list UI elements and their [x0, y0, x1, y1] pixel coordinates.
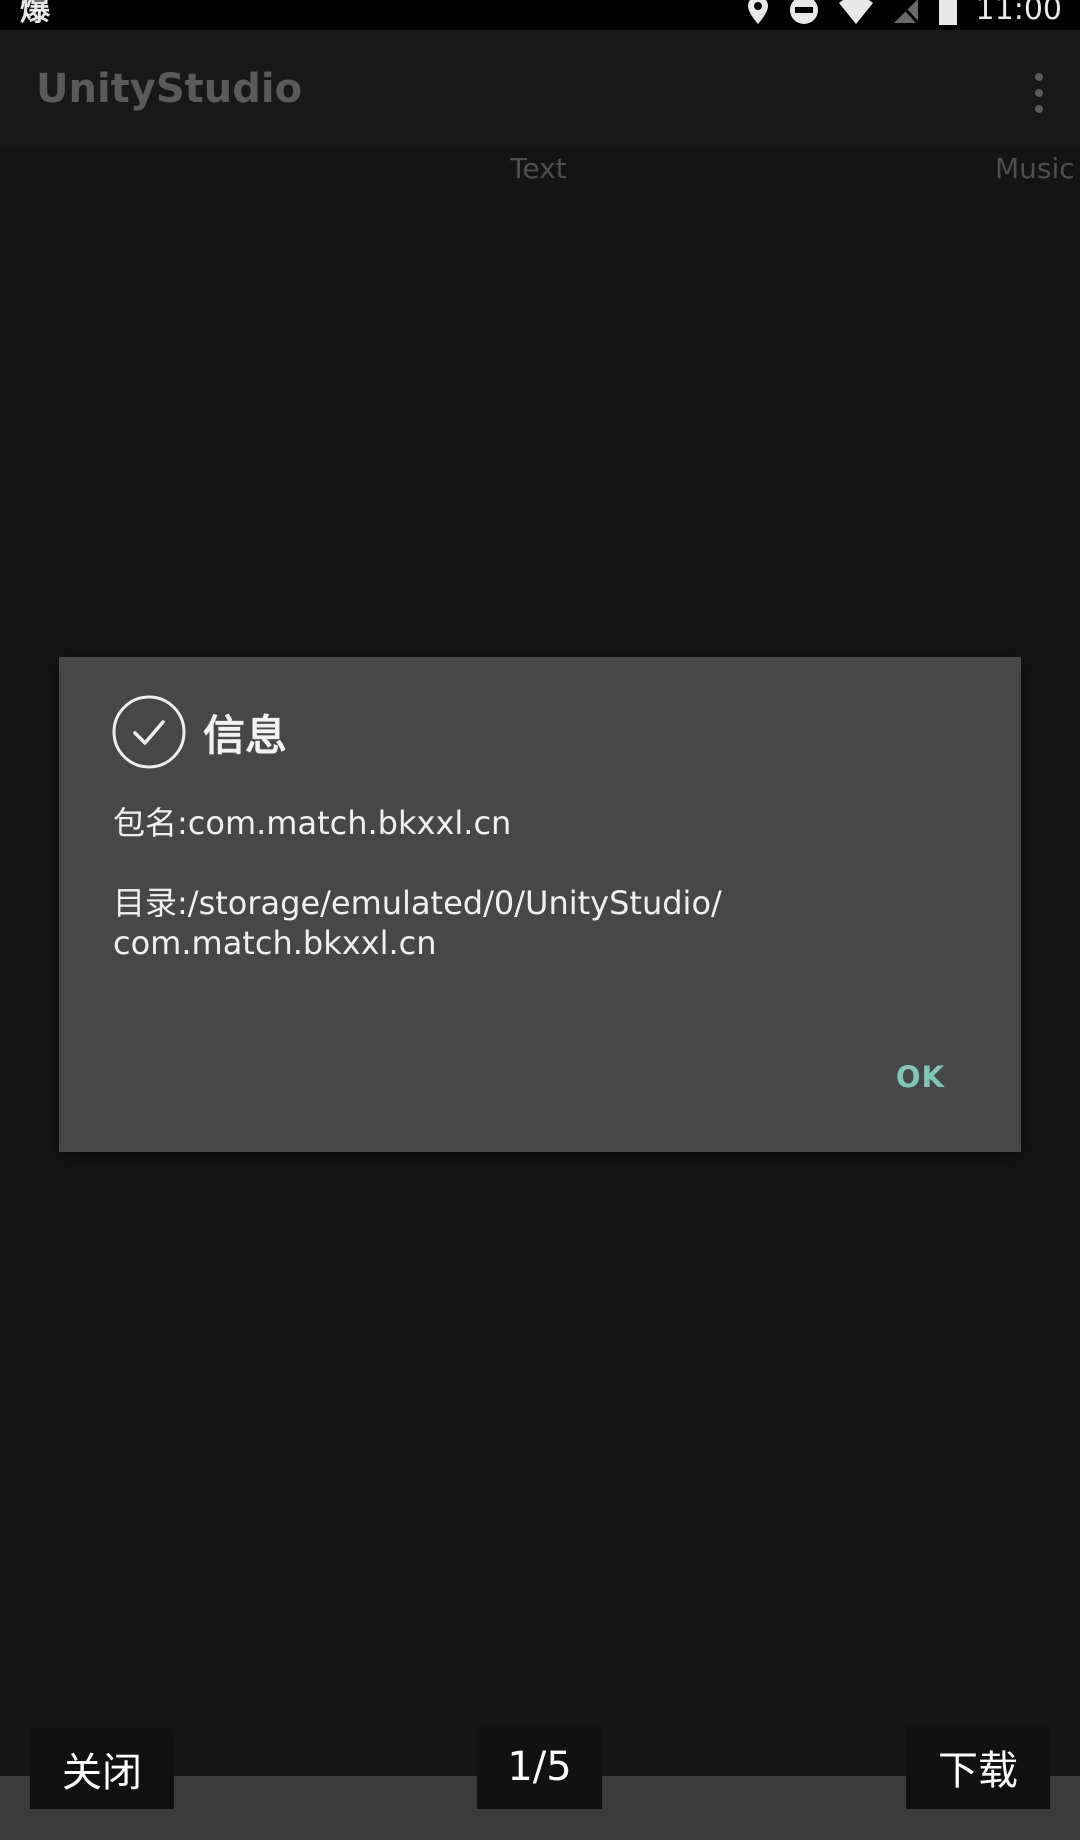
- status-time: 11:00: [975, 0, 1062, 27]
- tab-text[interactable]: Text: [510, 152, 567, 185]
- ok-button[interactable]: OK: [896, 1060, 945, 1094]
- overflow-menu-icon[interactable]: [1024, 70, 1054, 116]
- download-button[interactable]: 下载: [906, 1725, 1050, 1809]
- wifi-icon: [838, 0, 873, 24]
- check-circle-icon: [112, 695, 186, 769]
- directory-line-2: com.match.bkxxl.cn: [113, 924, 437, 962]
- notification-icon: 爆: [20, 0, 50, 28]
- status-bar: 爆 11:00: [0, 0, 1080, 30]
- directory-line-1: 目录:/storage/emulated/0/UnityStudio/: [113, 884, 722, 922]
- battery-icon: [938, 0, 957, 25]
- do-not-disturb-icon: [789, 0, 818, 24]
- dialog-title: 信息: [203, 710, 288, 760]
- screen: 爆 11:00 UnityStudio Text Music 信息 包名:com…: [0, 0, 1080, 1840]
- status-icons: 11:00: [746, 0, 1062, 30]
- app-bar: UnityStudio: [0, 30, 1080, 148]
- no-signal-icon: [893, 0, 919, 25]
- page-counter: 1/5: [477, 1725, 602, 1809]
- tab-music[interactable]: Music: [995, 152, 1075, 185]
- dialog-header: 信息: [111, 694, 287, 770]
- info-dialog: 信息 包名:com.match.bkxxl.cn 目录:/storage/emu…: [59, 657, 1021, 1152]
- close-button[interactable]: 关闭: [30, 1729, 174, 1809]
- package-name-text: 包名:com.match.bkxxl.cn: [113, 804, 512, 842]
- location-icon: [747, 0, 768, 24]
- app-title: UnityStudio: [36, 66, 303, 112]
- tab-strip: Text Music: [0, 148, 1080, 194]
- directory-text: 目录:/storage/emulated/0/UnityStudio/ com.…: [113, 883, 973, 963]
